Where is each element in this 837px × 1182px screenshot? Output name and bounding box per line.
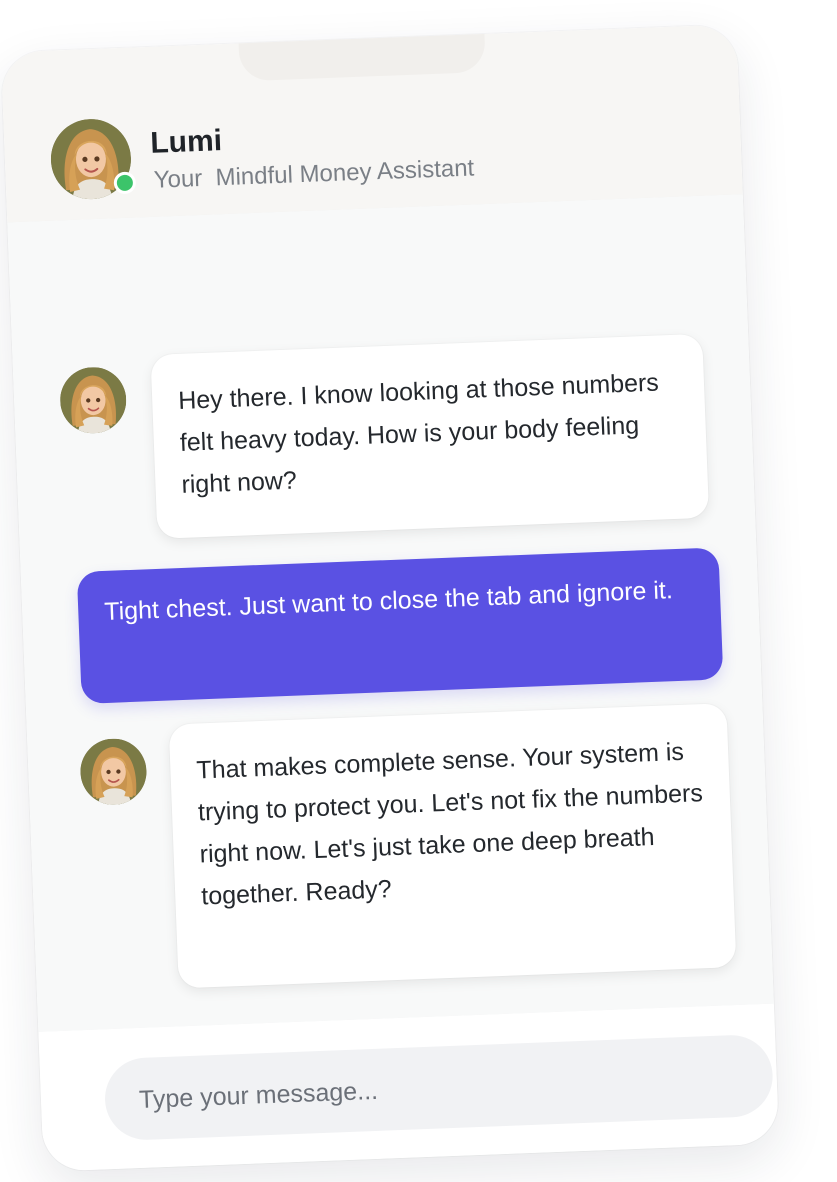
message-avatar [59,366,127,434]
user-message-bubble: Tight chest. Just want to close the tab … [76,547,724,704]
message-composer [38,1003,780,1172]
assistant-avatar-icon [79,738,147,806]
message-input[interactable] [135,1034,743,1143]
assistant-avatar-icon [59,366,127,434]
assistant-avatar[interactable] [49,118,137,201]
device-notch [238,25,486,82]
chat-window: Lumi Your Mindful Money Assistant Hey th… [0,24,780,1172]
chat-header: Lumi Your Mindful Money Assistant [0,24,743,224]
message-input-container [103,1033,775,1143]
assistant-subtitle: Your Mindful Money Assistant [153,154,475,194]
assistant-message-bubble: That makes complete sense. Your system i… [168,703,737,989]
message-avatar [79,738,147,806]
assistant-name: Lumi [149,124,223,160]
online-status-icon [113,171,137,195]
message-list[interactable]: Hey there. I know looking at those numbe… [7,194,774,1033]
assistant-message-bubble: Hey there. I know looking at those numbe… [150,333,710,539]
